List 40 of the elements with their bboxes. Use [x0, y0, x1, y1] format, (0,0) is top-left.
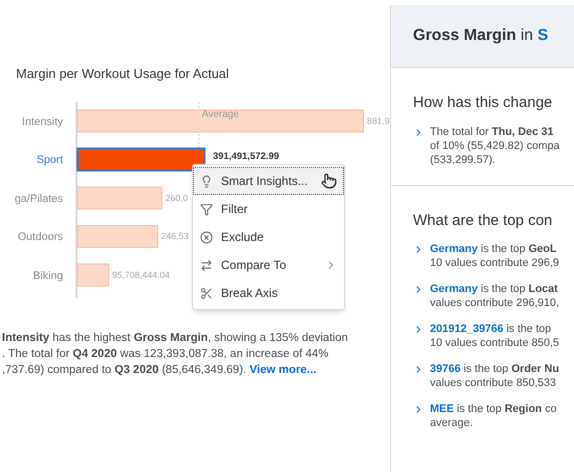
insight-text: Germany is the top GeoL 10 values contribute 296,9: [430, 242, 560, 270]
menu-item[interactable]: Filter: [193, 195, 344, 223]
insight-link[interactable]: Germany: [430, 283, 478, 295]
category-label[interactable]: Biking: [33, 268, 63, 284]
insight-text: Germany is the top Locat values contribute 296,910,: [430, 282, 560, 310]
menu-item[interactable]: Break Axis: [193, 279, 344, 307]
bar[interactable]: [76, 147, 206, 171]
category-label[interactable]: Sport: [36, 152, 63, 168]
menu-item[interactable]: Exclude: [193, 223, 344, 251]
filter-icon: [200, 202, 213, 216]
insight-link[interactable]: 39766: [430, 363, 461, 375]
insight-link[interactable]: 201912_39766: [430, 323, 504, 335]
insight-link[interactable]: Germany: [430, 243, 478, 255]
chart-title: Margin per Workout Usage for Actual: [15, 65, 230, 83]
category-label[interactable]: Outdoors: [18, 229, 63, 246]
insight-link[interactable]: MEE: [430, 403, 454, 415]
section-heading: What are the top con: [413, 210, 554, 230]
value-label: 881,9: [367, 116, 390, 126]
hand-cursor-icon: [321, 173, 337, 189]
panel-title: Gross Margin in S: [413, 26, 548, 46]
average-label: Average: [202, 108, 239, 122]
break-axis-icon: [200, 286, 213, 300]
insight-text: 39766 is the top Order Nu values contribute 850,533: [430, 362, 560, 390]
category-label[interactable]: Intensity: [22, 114, 63, 130]
value-label: 260,0: [165, 192, 188, 204]
value-label: 95,708,444.04: [112, 270, 170, 280]
menu-item[interactable]: Smart Insights...: [193, 167, 344, 195]
insight-text: 201912_39766 is the top 10 values contribute 850,5: [430, 322, 560, 350]
section-heading: How has this change: [413, 93, 554, 113]
lightbulb-icon: [200, 174, 213, 188]
value-label: 246,53: [161, 231, 189, 242]
insight-text: The total for Thu, Dec 31 of 10% (55,429.82) compa (533,299.57).: [430, 124, 560, 166]
summary-text: Intensity has the highest Gross Margin, showing a 135% deviation . The total for Q4 2020 was 123,393,087.38, an increase of 44% ,737.69) compared to Q3 2020 (85,646,349.69). View more...: [1, 330, 349, 378]
value-label: 391,491,572.99: [212, 151, 280, 162]
exclude-icon: [200, 230, 213, 244]
menu-item[interactable]: Compare To: [193, 251, 344, 279]
compare-icon: [200, 258, 213, 272]
insight-text: MEE is the top Region co average.: [430, 402, 557, 430]
category-label[interactable]: ga/Pilates: [14, 190, 63, 207]
view-more-link[interactable]: View more...: [249, 364, 316, 376]
